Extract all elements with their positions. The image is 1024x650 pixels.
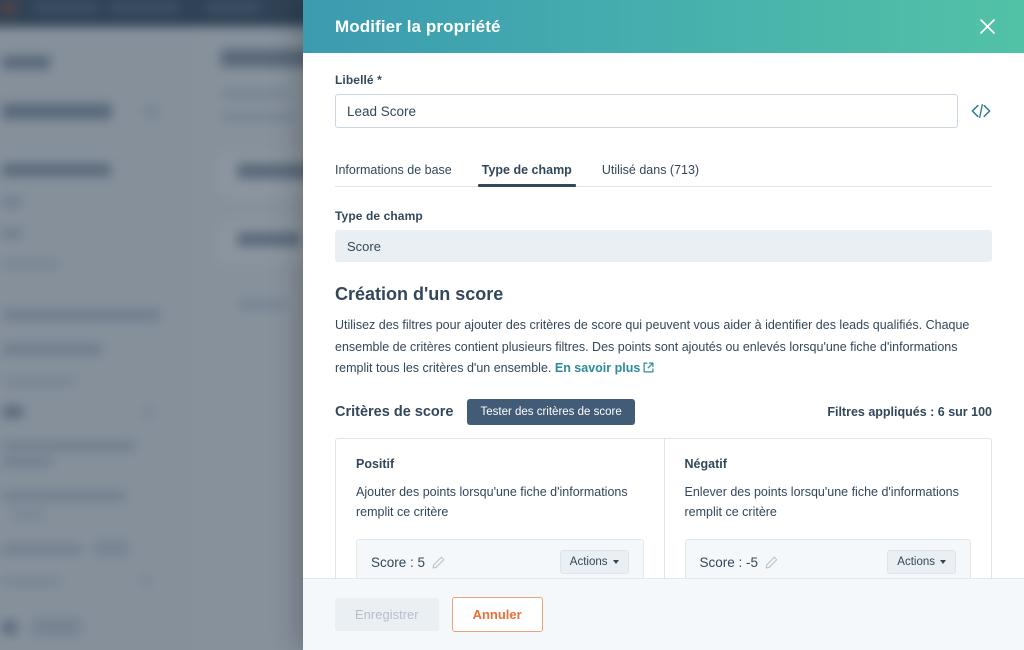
close-icon[interactable] <box>974 14 1000 40</box>
positive-actions-button[interactable]: Actions <box>559 550 629 574</box>
score-creation-description: Utilisez des filtres pour ajouter des cr… <box>335 315 992 381</box>
cancel-button[interactable]: Annuler <box>451 597 543 632</box>
filters-applied-count: Filtres appliqués : 6 sur 100 <box>827 404 992 419</box>
save-button[interactable]: Enregistrer <box>335 598 439 631</box>
external-link-icon[interactable] <box>643 359 654 381</box>
positive-score-row: Score : 5 Actions <box>356 539 644 578</box>
label-field-label: Libellé * <box>335 73 382 87</box>
criteria-cards: Positif Ajouter des points lorsqu'une fi… <box>335 437 992 578</box>
pencil-icon[interactable] <box>765 556 778 569</box>
tab-type-de-champ[interactable]: Type de champ <box>477 163 576 187</box>
positive-score-label: Score : 5 <box>371 554 426 570</box>
field-type-label: Type de champ <box>335 209 423 223</box>
modal-header: Modifier la propriété <box>303 0 1024 53</box>
edit-property-modal: Modifier la propriété Libellé * Informat… <box>303 0 1024 650</box>
test-score-criteria-button[interactable]: Tester des critères de score <box>467 398 635 425</box>
criteria-row: Critères de score Tester des critères de… <box>335 398 992 425</box>
modal-footer: Enregistrer Annuler <box>303 578 1024 650</box>
positive-card-heading: Positif <box>356 456 395 471</box>
criteria-title: Critères de score <box>335 403 454 420</box>
chevron-down-icon <box>940 560 946 564</box>
negative-score-row: Score : -5 Actions <box>684 539 971 578</box>
tab-utilise-dans[interactable]: Utilisé dans (713) <box>602 163 699 186</box>
modal-title: Modifier la propriété <box>335 16 501 36</box>
positive-criteria-card: Positif Ajouter des points lorsqu'une fi… <box>336 439 664 578</box>
code-icon[interactable] <box>970 100 992 122</box>
positive-actions-label: Actions <box>569 556 608 568</box>
pencil-icon[interactable] <box>432 556 445 569</box>
negative-card-description: Enlever des points lorsqu'une fiche d'in… <box>684 484 959 519</box>
modal-body: Libellé * Informations de base Type de c… <box>303 53 1024 578</box>
field-type-section: Type de champ Score <box>335 209 992 262</box>
label-input[interactable] <box>335 94 958 128</box>
field-type-value: Score <box>335 230 992 262</box>
positive-card-description: Ajouter des points lorsqu'une fiche d'in… <box>356 484 628 519</box>
tab-informations-de-base[interactable]: Informations de base <box>335 163 452 186</box>
modal-tabs: Informations de base Type de champ Utili… <box>335 152 992 187</box>
score-creation-title: Création d'un score <box>335 284 504 304</box>
negative-actions-button[interactable]: Actions <box>887 550 956 574</box>
negative-actions-label: Actions <box>897 556 935 568</box>
negative-card-heading: Négatif <box>684 456 727 471</box>
negative-criteria-card: Négatif Enlever des points lorsqu'une fi… <box>663 438 992 578</box>
chevron-down-icon <box>612 560 619 564</box>
learn-more-link[interactable]: En savoir plus <box>555 361 640 375</box>
negative-score-label: Score : -5 <box>699 554 759 570</box>
label-field-row <box>335 94 992 128</box>
